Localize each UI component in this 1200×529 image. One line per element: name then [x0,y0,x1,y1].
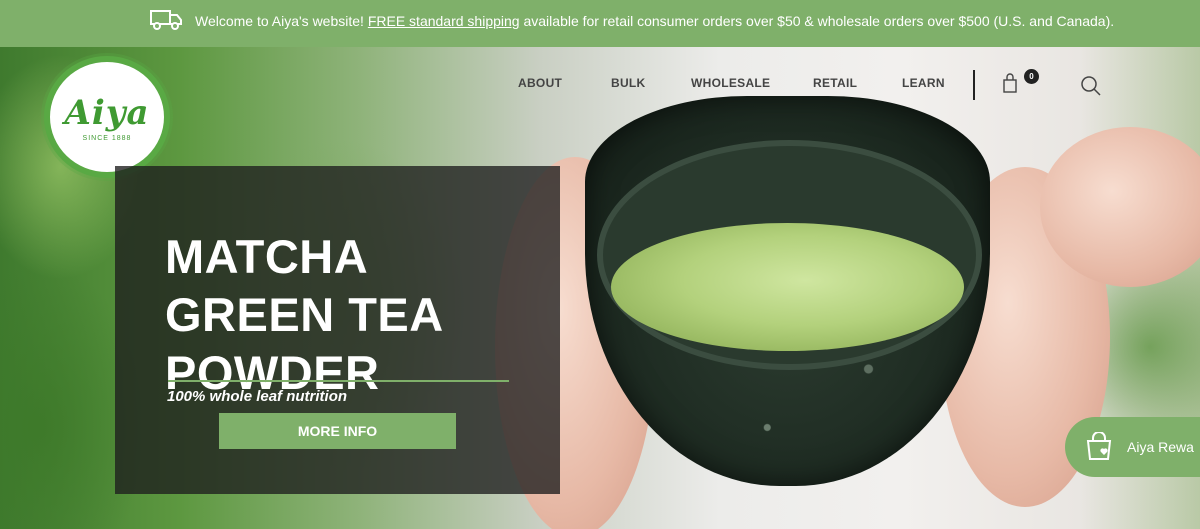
logo-since: SINCE 1888 [82,134,132,142]
headline-line-1: MATCHA [165,230,369,283]
announcement-text: Welcome to Aiya's website! FREE standard… [195,13,1114,29]
cart-count-badge: 0 [1024,69,1039,84]
nav-divider [973,70,975,100]
search-icon[interactable] [1080,75,1102,97]
free-shipping-link[interactable]: FREE standard shipping [368,13,520,29]
headline-underline [168,380,509,382]
nav-learn[interactable]: LEARN [902,76,945,90]
matcha-surface [611,223,964,351]
hero-headline: MATCHA GREEN TEA POWDER [165,228,525,402]
headline-line-2: GREEN TEA [165,288,444,341]
announcement-bar: Welcome to Aiya's website! FREE standard… [0,0,1200,47]
announcement-prefix: Welcome to Aiya's website! [195,13,368,29]
bag-heart-icon [1086,432,1112,460]
nav-retail[interactable]: RETAIL [813,76,857,90]
truck-icon [150,10,182,30]
rewards-launcher[interactable]: Aiya Rewa [1065,417,1200,477]
logo-brand: Aiya [64,92,150,133]
shopping-bag-icon[interactable] [1003,73,1017,93]
aiya-logo[interactable]: Aiya SINCE 1888 [44,56,170,178]
rewards-label: Aiya Rewa [1127,439,1194,455]
announcement-suffix: available for retail consumer orders ove… [519,13,1115,29]
nav-wholesale[interactable]: WHOLESALE [691,76,770,90]
nav-bulk[interactable]: BULK [611,76,646,90]
nav-about[interactable]: ABOUT [518,76,562,90]
main-nav: ABOUT BULK WHOLESALE RETAIL LEARN [0,70,1200,100]
more-info-button[interactable]: MORE INFO [219,413,456,449]
hero-tagline: 100% whole leaf nutrition [167,388,348,405]
